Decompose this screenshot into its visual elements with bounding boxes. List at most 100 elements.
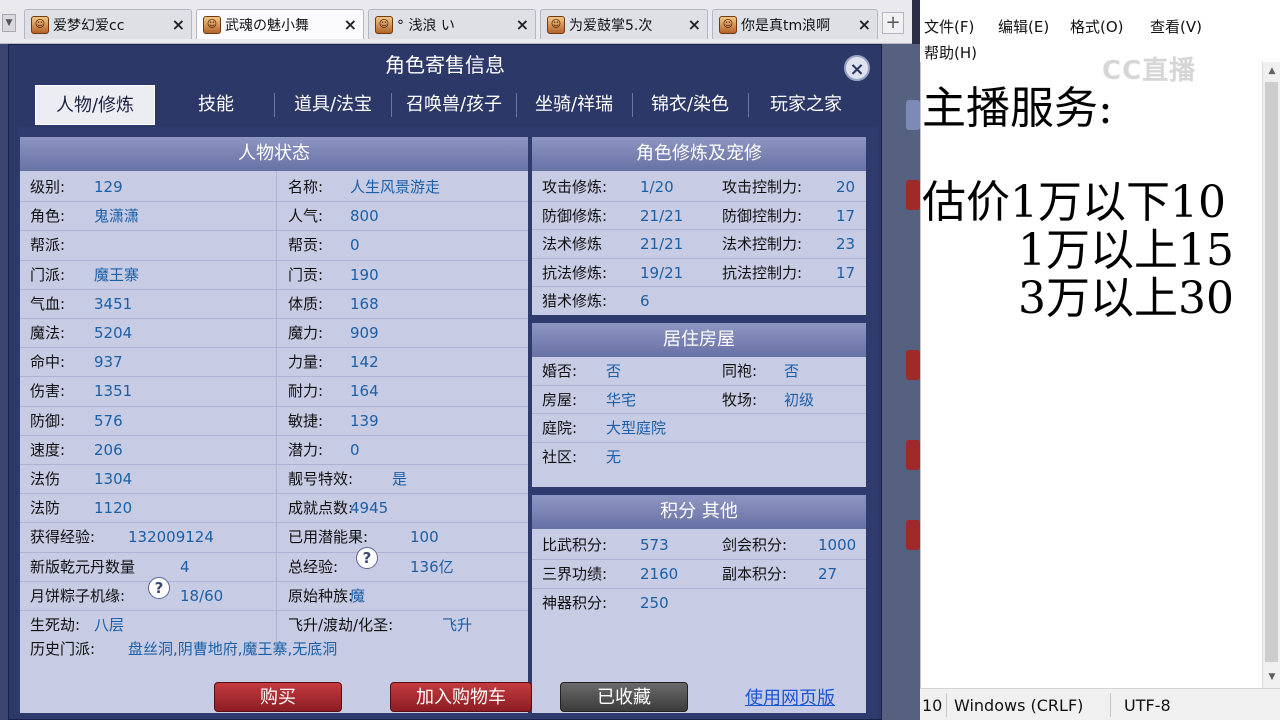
- points-panel: 积分 其他 比武积分: 573 剑会积分: 1000 三界功绩: 2160 副本积分: 27 神…: [532, 495, 866, 713]
- side-button[interactable]: [906, 520, 920, 550]
- scroll-thumb[interactable]: [1265, 82, 1278, 662]
- tab-title: 爱梦幻爱cc: [53, 17, 125, 34]
- vertical-scrollbar[interactable]: ▲ ▼: [1262, 62, 1280, 688]
- text-line: 3万以上30: [1018, 273, 1234, 324]
- field-value: 20: [836, 178, 856, 196]
- info-row: 房屋: 华宅 牧场: 初级: [532, 386, 866, 414]
- close-tab-icon[interactable]: ×: [688, 15, 701, 34]
- browser-tab-2[interactable]: ☺ 武魂の魅小舞 ×: [196, 9, 364, 39]
- close-dialog-button[interactable]: ×: [844, 55, 870, 81]
- menu-format[interactable]: 格式(O): [1070, 16, 1124, 37]
- field-label: 防御:: [30, 411, 66, 430]
- field-value: 139: [350, 411, 379, 430]
- info-row: 防御修炼: 21/21 防御控制力: 17: [532, 202, 866, 230]
- tab-outfits[interactable]: 锦衣/染色: [635, 85, 745, 125]
- field-label: 帮派:: [30, 236, 66, 255]
- info-row: 级别: 129 名称: 人生风景游走: [20, 173, 528, 201]
- browser-tab-4[interactable]: ☺ 为爱鼓掌5.次 ×: [540, 9, 708, 39]
- tab-list-dropdown-icon[interactable]: ▼: [2, 14, 16, 32]
- field-value: 华宅: [606, 390, 637, 409]
- tab-mounts[interactable]: 坐骑/祥瑞: [519, 85, 629, 125]
- side-button[interactable]: [906, 440, 920, 470]
- info-row: 新版乾元丹数量 4 总经验: 136亿: [20, 553, 528, 581]
- field-label: 攻击修炼:: [542, 178, 608, 196]
- field-label: 已用潜能果:: [288, 528, 369, 547]
- web-version-link[interactable]: 使用网页版: [745, 684, 835, 710]
- residence-panel: 居住房屋 婚否: 否 同袍: 否房屋: 华宅 牧场: 初级 庭院: 大型庭院 社区: 无: [532, 323, 866, 487]
- avatar-icon: ☺: [203, 15, 221, 34]
- dialog-tabs: 人物/修炼 技能 道具/法宝 召唤兽/孩子 坐骑/祥瑞 锦衣/染色 玩家之家: [21, 85, 871, 127]
- tab-title: ° 浅浪 い: [397, 17, 455, 34]
- tab-separator: [748, 93, 749, 117]
- field-label: 体质:: [288, 294, 324, 313]
- status-separator: [1110, 693, 1111, 717]
- info-row: 社区: 无: [532, 443, 866, 471]
- field-value: 初级: [784, 390, 815, 409]
- field-value: 1120: [94, 499, 133, 518]
- field-value: 21/21: [640, 235, 684, 254]
- add-to-cart-button[interactable]: 加入购物车: [390, 682, 532, 712]
- field-value: 17: [836, 263, 856, 282]
- field-value: 800: [350, 207, 379, 226]
- notepad-statusbar: 10 Windows (CRLF) UTF-8: [920, 688, 1280, 720]
- field-label: 命中:: [30, 353, 66, 372]
- collected-button[interactable]: 已收藏: [560, 682, 688, 712]
- field-value: 142: [350, 353, 379, 372]
- help-icon[interactable]: ?: [148, 577, 170, 599]
- field-value: 100: [410, 528, 439, 547]
- close-tab-icon[interactable]: ×: [344, 15, 357, 34]
- field-label: 门贡:: [288, 265, 324, 284]
- menu-help[interactable]: 帮助(H): [924, 42, 977, 63]
- tab-skills[interactable]: 技能: [161, 85, 271, 125]
- field-value: 0: [350, 440, 360, 459]
- field-value: 23: [836, 235, 856, 254]
- field-label: 成就点数:: [288, 499, 354, 518]
- info-row: 法伤 1304 靓号特效: 是: [20, 465, 528, 493]
- field-label: 级别:: [30, 178, 66, 196]
- field-value: 是: [392, 470, 408, 488]
- menu-file[interactable]: 文件(F): [924, 16, 974, 37]
- field-value: 2160: [640, 565, 679, 583]
- buy-button[interactable]: 购买: [214, 682, 342, 712]
- menu-edit[interactable]: 编辑(E): [998, 16, 1049, 37]
- side-button[interactable]: [906, 350, 920, 380]
- field-label: 魔法:: [30, 324, 66, 342]
- field-value: 250: [640, 594, 669, 612]
- browser-tab-3[interactable]: ☺ ° 浅浪 い ×: [368, 9, 536, 39]
- avatar-icon: ☺: [31, 15, 49, 34]
- scroll-down-icon[interactable]: ▼: [1263, 668, 1280, 686]
- side-button[interactable]: [906, 100, 920, 130]
- browser-tab-1[interactable]: ☺ 爱梦幻爱cc ×: [24, 9, 192, 39]
- tab-separator: [632, 93, 633, 117]
- field-value: 魔王寨: [94, 265, 140, 284]
- field-label: 社区:: [542, 447, 578, 466]
- history-sects-label: 历史门派:: [30, 640, 96, 658]
- close-tab-icon[interactable]: ×: [858, 15, 871, 34]
- notepad-text-area[interactable]: 主播服务: 估价1万以下10 1万以上15 3万以上30: [922, 62, 1242, 662]
- scroll-up-icon[interactable]: ▲: [1263, 62, 1280, 80]
- info-row: 庭院: 大型庭院: [532, 414, 866, 442]
- tab-items[interactable]: 道具/法宝: [278, 85, 388, 125]
- tab-pets[interactable]: 召唤兽/孩子: [395, 85, 513, 125]
- field-value: 18/60: [180, 586, 224, 605]
- field-label: 获得经验:: [30, 528, 96, 547]
- info-row: 气血: 3451 体质: 168: [20, 290, 528, 318]
- browser-tab-5[interactable]: ☺ 你是真tm浪啊 ×: [712, 9, 878, 39]
- new-tab-button[interactable]: +: [882, 12, 904, 34]
- tab-character[interactable]: 人物/修炼: [35, 85, 155, 125]
- field-label: 庭院:: [542, 419, 578, 438]
- info-row: 猎术修炼: 6: [532, 287, 866, 315]
- close-tab-icon[interactable]: ×: [516, 15, 529, 34]
- help-icon[interactable]: ?: [356, 547, 378, 569]
- menu-view[interactable]: 查看(V): [1150, 16, 1202, 37]
- field-value: 206: [94, 440, 123, 459]
- side-button[interactable]: [906, 180, 920, 210]
- tab-player-home[interactable]: 玩家之家: [751, 85, 861, 125]
- info-row: 魔法: 5204 魔力: 909: [20, 319, 528, 347]
- tab-title: 武魂の魅小舞: [225, 17, 309, 34]
- panel-title: 人物状态: [20, 137, 528, 171]
- info-row: 角色: 鬼潇潇 人气: 800: [20, 202, 528, 230]
- close-tab-icon[interactable]: ×: [172, 15, 185, 34]
- info-row: 获得经验: 132009124 已用潜能果: 100: [20, 523, 528, 551]
- avatar-icon: ☺: [375, 15, 393, 34]
